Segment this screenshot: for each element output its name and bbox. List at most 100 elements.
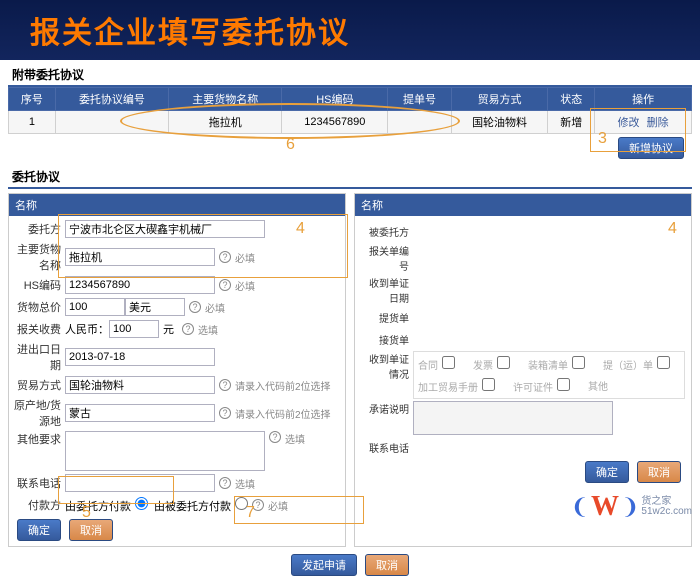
- delete-link[interactable]: 删除: [647, 117, 669, 129]
- cell-bl: [388, 111, 451, 134]
- section2-title: 委托协议: [8, 166, 692, 189]
- trade-input[interactable]: [65, 376, 215, 394]
- right-cancel-button[interactable]: 取消: [637, 461, 681, 483]
- required-hint: 必填: [235, 278, 255, 293]
- help-icon[interactable]: ?: [219, 279, 231, 291]
- th-agno: 委托协议编号: [55, 88, 168, 111]
- bl-label: 提货单: [361, 310, 413, 325]
- other-textarea[interactable]: [65, 431, 265, 471]
- th-seq: 序号: [9, 88, 56, 111]
- required-hint: 必填: [268, 498, 288, 513]
- remark-textarea[interactable]: [413, 401, 613, 435]
- right-confirm-button[interactable]: 确定: [585, 461, 629, 483]
- client-label: 委托方: [13, 221, 65, 237]
- doc-other[interactable]: 其他: [588, 378, 608, 394]
- docs-label: 收到单证情况: [361, 351, 413, 381]
- section1-title: 附带委托协议: [8, 64, 692, 87]
- remark-label: 承诺说明: [361, 401, 413, 416]
- goods-input[interactable]: [65, 248, 215, 266]
- fee-input[interactable]: [109, 320, 159, 338]
- logo-w: W: [591, 491, 619, 523]
- phone-input[interactable]: [65, 474, 215, 492]
- cell-hs: 1234567890: [282, 111, 388, 134]
- doc-permit[interactable]: 许可证件: [513, 378, 570, 394]
- help-icon[interactable]: ?: [219, 407, 231, 419]
- pay-label: 付款方: [13, 497, 65, 513]
- required-hint: 必填: [205, 300, 225, 315]
- hs-label: HS编码: [13, 277, 65, 293]
- agreement-table: 序号 委托协议编号 主要货物名称 HS编码 提单号 贸易方式 状态 操作 1 拖…: [8, 87, 692, 134]
- add-agreement-button[interactable]: 新增协议: [618, 137, 684, 159]
- optional-hint: 选填: [198, 322, 218, 337]
- optional-hint: 选填: [235, 476, 255, 491]
- doc-contract[interactable]: 合同: [418, 356, 455, 372]
- origin-label: 原产地/货源地: [13, 397, 65, 429]
- origin-hint: 请录入代码前2位选择: [235, 406, 331, 421]
- cell-seq: 1: [9, 111, 56, 134]
- price-label: 货物总价: [13, 299, 65, 315]
- trade-label: 贸易方式: [13, 377, 65, 393]
- logo-url: 51w2c.com: [641, 507, 692, 517]
- help-icon[interactable]: ?: [219, 379, 231, 391]
- title-banner: 报关企业填写委托协议: [0, 0, 700, 60]
- fee-currency: 人民币：: [65, 321, 109, 337]
- left-confirm-button[interactable]: 确定: [17, 519, 61, 541]
- th-goods: 主要货物名称: [169, 88, 282, 111]
- table-row: 1 拖拉机 1234567890 国轮油物料 新增 修改 删除: [9, 111, 692, 134]
- cell-goods: 拖拉机: [169, 111, 282, 134]
- wreath-icon: ❨: [571, 494, 589, 520]
- inv-label: 接货单: [361, 332, 413, 347]
- date-input[interactable]: [65, 348, 215, 366]
- page-title: 报关企业填写委托协议: [30, 8, 670, 52]
- help-icon[interactable]: ?: [252, 499, 264, 511]
- section-attached-agreement: 附带委托协议 序号 委托协议编号 主要货物名称 HS编码 提单号 贸易方式 状态…: [8, 64, 692, 162]
- th-op: 操作: [595, 88, 692, 111]
- wreath-icon: ❩: [621, 494, 639, 520]
- add-row: 新增协议: [8, 134, 692, 162]
- ent-label: 被委托方: [361, 224, 413, 239]
- pay-radio-2[interactable]: [235, 497, 248, 510]
- optional-hint: 选填: [285, 431, 305, 446]
- other-label: 其他要求: [13, 431, 65, 447]
- required-hint: 必填: [235, 250, 255, 265]
- origin-input[interactable]: [65, 404, 215, 422]
- client-input[interactable]: [65, 220, 265, 238]
- pay-opt2-label[interactable]: 由被委托方付款: [154, 497, 248, 514]
- price-unit-input[interactable]: [125, 298, 185, 316]
- footer-buttons: 发起申请 取消: [0, 551, 700, 579]
- left-cancel-button[interactable]: 取消: [69, 519, 113, 541]
- cell-trade: 国轮油物料: [451, 111, 548, 134]
- goods-label: 主要货物名称: [13, 241, 65, 273]
- doc-invoice[interactable]: 发票: [473, 356, 510, 372]
- doc-trans[interactable]: 提（运）单: [603, 356, 670, 372]
- footer-cancel-button[interactable]: 取消: [365, 554, 409, 576]
- fee-unit: 元: [163, 321, 174, 337]
- cell-agno: [55, 111, 168, 134]
- pay-radio-1[interactable]: [135, 497, 148, 510]
- section-agreement: 委托协议: [8, 166, 692, 189]
- pay-opt1-label[interactable]: 由委托方付款: [65, 497, 148, 514]
- fee-label: 报关收费: [13, 321, 65, 337]
- decl-label: 报关单编号: [361, 243, 413, 273]
- trade-hint: 请录入代码前2位选择: [235, 378, 331, 393]
- hs-input[interactable]: [65, 276, 215, 294]
- help-icon[interactable]: ?: [269, 431, 281, 443]
- right-panel-header: 名称: [355, 194, 691, 216]
- phone-label: 联系电话: [13, 475, 65, 491]
- doc-process[interactable]: 加工贸易手册: [418, 378, 495, 394]
- help-icon[interactable]: ?: [189, 301, 201, 313]
- recv-label: 收到单证日期: [361, 275, 413, 305]
- rphone-label: 联系电话: [361, 440, 413, 455]
- th-hs: HS编码: [282, 88, 388, 111]
- cell-op: 修改 删除: [595, 111, 692, 134]
- help-icon[interactable]: ?: [219, 477, 231, 489]
- help-icon[interactable]: ?: [219, 251, 231, 263]
- date-label: 进出口日期: [13, 341, 65, 373]
- edit-link[interactable]: 修改: [618, 117, 640, 129]
- help-icon[interactable]: ?: [182, 323, 194, 335]
- th-trade: 贸易方式: [451, 88, 548, 111]
- doc-packing[interactable]: 装箱清单: [528, 356, 585, 372]
- price-input[interactable]: [65, 298, 125, 316]
- left-panel: 名称 委托方 主要货物名称 ? 必填 HS编码 ? 必填 货物总价 ? 必填 报…: [8, 193, 346, 547]
- send-button[interactable]: 发起申请: [291, 554, 357, 576]
